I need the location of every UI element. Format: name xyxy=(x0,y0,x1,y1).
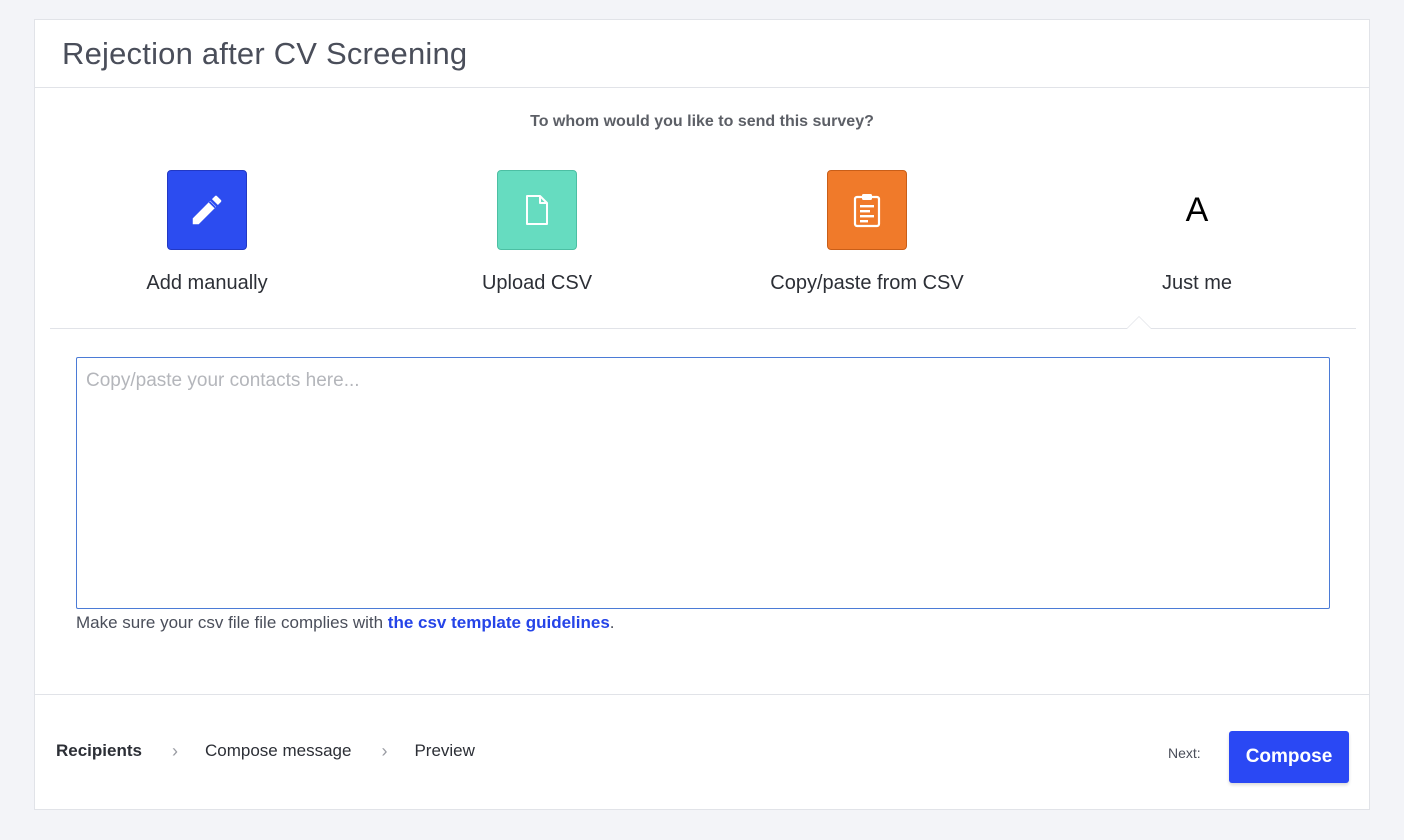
contacts-textarea-wrap xyxy=(76,357,1330,609)
csv-hint: Make sure your csv file file complies wi… xyxy=(76,613,615,633)
option-label: Add manually xyxy=(146,272,268,294)
option-just-me[interactable]: A Just me xyxy=(1077,170,1317,295)
file-icon xyxy=(497,170,577,250)
wizard-footer: Recipients › Compose message › Preview N… xyxy=(35,694,1369,810)
next-label: Next: xyxy=(1168,745,1201,761)
csv-hint-text: Make sure your csv file file complies wi… xyxy=(76,613,388,632)
card-header: Rejection after CV Screening xyxy=(35,20,1369,88)
option-copy-paste-csv[interactable]: Copy/paste from CSV xyxy=(747,170,987,295)
option-label: Just me xyxy=(1161,272,1233,294)
options-divider xyxy=(50,328,1356,329)
step-compose-message[interactable]: Compose message xyxy=(205,741,351,761)
avatar-letter-icon: A xyxy=(1157,170,1237,250)
avatar-letter: A xyxy=(1185,190,1209,229)
chevron-right-icon: › xyxy=(171,741,178,761)
wizard-steps: Recipients › Compose message › Preview xyxy=(56,741,475,761)
compose-button[interactable]: Compose xyxy=(1229,731,1349,783)
clipboard-icon xyxy=(827,170,907,250)
page-title: Rejection after CV Screening xyxy=(62,36,468,71)
option-upload-csv[interactable]: Upload CSV xyxy=(417,170,657,295)
pencil-icon xyxy=(167,170,247,250)
contacts-textarea[interactable] xyxy=(76,357,1330,609)
survey-card: Rejection after CV Screening To whom wou… xyxy=(34,19,1370,810)
option-label: Upload CSV xyxy=(481,272,593,294)
chevron-right-icon: › xyxy=(381,741,388,761)
csv-guidelines-link[interactable]: the csv template guidelines xyxy=(388,613,610,632)
option-label: Copy/paste from CSV xyxy=(770,272,964,294)
step-preview[interactable]: Preview xyxy=(414,741,474,761)
recipient-question: To whom would you like to send this surv… xyxy=(530,113,874,130)
recipient-options: Add manually Upload CSV Copy/paste from … xyxy=(50,170,1356,330)
step-recipients[interactable]: Recipients xyxy=(56,741,142,761)
csv-hint-suffix: . xyxy=(609,613,615,632)
option-add-manually[interactable]: Add manually xyxy=(87,170,327,295)
